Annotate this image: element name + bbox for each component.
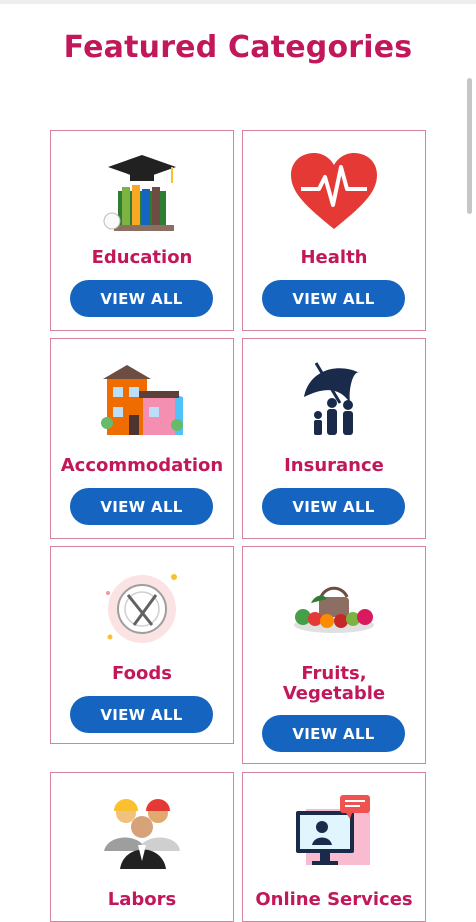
category-label: Education — [91, 247, 193, 268]
view-all-button[interactable]: VIEW ALL — [70, 696, 213, 733]
workers-icon — [51, 789, 233, 869]
view-all-button[interactable]: VIEW ALL — [262, 715, 405, 752]
plate-cutlery-icon — [51, 565, 233, 649]
heart-pulse-icon — [243, 149, 425, 233]
category-label-line2: Vegetable — [282, 683, 386, 704]
category-label: Online Services — [255, 889, 413, 910]
view-all-button[interactable]: VIEW ALL — [262, 488, 405, 525]
category-label: Insurance — [284, 455, 384, 476]
graduation-books-icon — [51, 149, 233, 235]
top-divider — [0, 0, 476, 4]
category-card-health[interactable]: Health VIEW ALL — [242, 130, 426, 331]
category-label: Health — [300, 247, 368, 268]
category-card-education[interactable]: Education VIEW ALL — [50, 130, 234, 331]
category-card-accommodation[interactable]: Accommodation VIEW ALL — [50, 338, 234, 539]
category-card-fruits-vegetable[interactable]: Fruits, Vegetable VIEW ALL — [242, 546, 426, 764]
view-all-button[interactable]: VIEW ALL — [70, 280, 213, 317]
category-card-foods[interactable]: Foods VIEW ALL — [50, 546, 234, 744]
scrollbar[interactable] — [467, 78, 472, 214]
umbrella-family-icon — [243, 357, 425, 441]
house-icon — [51, 357, 233, 439]
view-all-button[interactable]: VIEW ALL — [262, 280, 405, 317]
category-label: Accommodation — [60, 455, 224, 476]
category-label-line1: Fruits, — [301, 663, 367, 684]
category-label: Labors — [107, 889, 177, 910]
fruit-basket-icon — [243, 577, 425, 637]
view-all-button[interactable]: VIEW ALL — [70, 488, 213, 525]
online-services-icon — [243, 793, 425, 869]
category-label: Foods — [112, 663, 172, 684]
page-title: Featured Categories — [63, 30, 413, 65]
category-card-insurance[interactable]: Insurance VIEW ALL — [242, 338, 426, 539]
